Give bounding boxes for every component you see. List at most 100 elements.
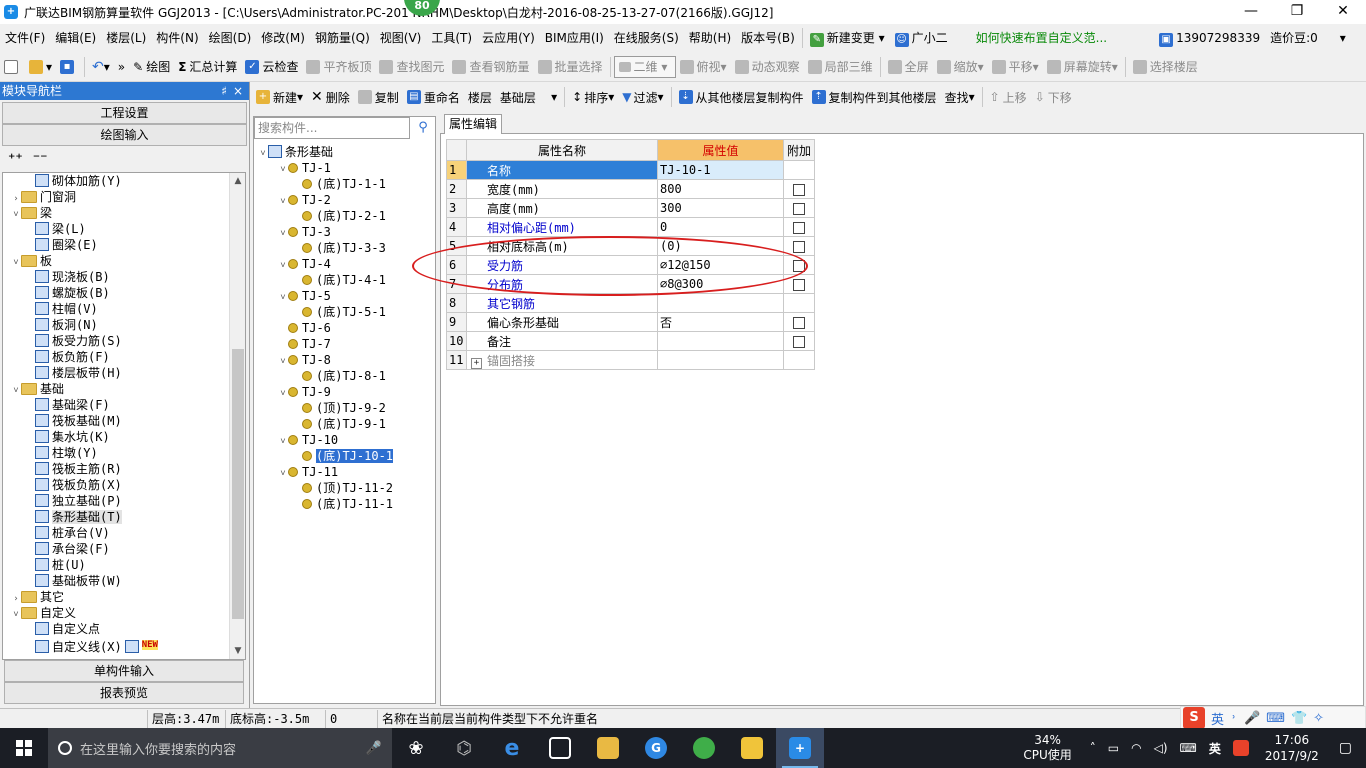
module-tree-item[interactable]: 筏板负筋(X) <box>3 477 245 493</box>
taskbar-app-edge[interactable]: e <box>488 728 536 768</box>
component-item[interactable]: (底)TJ-8-1 <box>258 368 434 384</box>
undo-button[interactable]: ↶ ▾ <box>88 54 114 80</box>
dynamic-view-button[interactable]: 动态观察 <box>731 54 804 80</box>
component-item[interactable]: (底)TJ-10-1 <box>258 448 434 464</box>
cpu-meter[interactable]: 34% CPU使用 <box>1011 733 1083 763</box>
property-row[interactable]: 11 + 锚固搭接 <box>446 350 815 370</box>
module-tree-item[interactable]: 板洞(N) <box>3 317 245 333</box>
open-file-button[interactable]: ▾ <box>25 54 56 80</box>
component-search-input[interactable]: 搜索构件... <box>254 117 410 139</box>
taskbar-app-explorer[interactable] <box>584 728 632 768</box>
module-tree-item[interactable]: ˅ 基础 <box>3 381 245 397</box>
menu-item[interactable]: 云应用(Y) <box>477 24 540 52</box>
menu-item[interactable]: 楼层(L) <box>101 24 151 52</box>
restore-button[interactable]: ❐ <box>1274 0 1320 24</box>
menu-scroll-icon[interactable]: ▾ <box>1335 24 1351 52</box>
new-file-button[interactable] <box>0 54 25 80</box>
delete-component-button[interactable]: ✕ 删除 <box>307 84 354 110</box>
property-value[interactable]: 0 <box>657 217 784 237</box>
module-tree-item[interactable]: 桩(U) <box>3 557 245 573</box>
attach-checkbox[interactable] <box>793 335 805 348</box>
module-tree-item[interactable]: 螺旋板(B) <box>3 285 245 301</box>
search-icon[interactable]: ⚲ <box>412 117 434 139</box>
local-3d-button[interactable]: 局部三维 <box>804 54 877 80</box>
pin-icon[interactable]: ♯ <box>221 82 227 100</box>
menu-item[interactable]: BIM应用(I) <box>540 24 609 52</box>
sogou-tray-icon[interactable] <box>1232 740 1249 756</box>
ime-tools-icon[interactable]: ✧ <box>1313 711 1324 726</box>
property-value[interactable]: 300 <box>657 198 784 218</box>
module-tree-scrollbar[interactable]: ▲ ▼ <box>229 173 245 659</box>
menu-item[interactable]: 修改(M) <box>256 24 310 52</box>
taskbar-app-glodon[interactable]: G <box>632 728 680 768</box>
move-up-button[interactable]: ⇧ 上移 <box>986 84 1031 110</box>
module-tree-item[interactable]: 柱墩(Y) <box>3 445 245 461</box>
property-row[interactable]: 4 相对偏心距(mm) 0 <box>446 217 815 237</box>
attach-checkbox[interactable] <box>793 240 805 253</box>
report-preview-button[interactable]: 报表预览 <box>4 682 244 704</box>
sort-button[interactable]: ↕ 排序 ▾ <box>568 84 618 110</box>
component-group[interactable]: ˅ TJ-5 <box>258 288 434 304</box>
ime-lang[interactable]: 英 <box>1211 709 1224 728</box>
scroll-down-icon[interactable]: ▼ <box>230 643 245 659</box>
property-value[interactable]: 否 <box>657 312 784 332</box>
attach-checkbox[interactable] <box>793 183 805 196</box>
module-tree-item[interactable]: 承台梁(F) <box>3 541 245 557</box>
attach-checkbox[interactable] <box>793 316 805 329</box>
property-row[interactable]: 8 其它钢筋 <box>446 293 815 313</box>
component-group[interactable]: ˅ TJ-10 <box>258 432 434 448</box>
menu-item[interactable]: 绘图(D) <box>204 24 257 52</box>
taskbar-app-ggj[interactable]: + <box>776 728 824 768</box>
menu-item[interactable]: 工具(T) <box>426 24 477 52</box>
menu-item[interactable]: 帮助(H) <box>684 24 736 52</box>
expand-plus-icon[interactable]: + <box>471 357 482 369</box>
save-button[interactable]: ▪ <box>56 54 81 80</box>
component-group[interactable]: TJ-7 <box>258 336 434 352</box>
module-tree-item[interactable]: › 其它 <box>3 589 245 605</box>
module-tree-item[interactable]: 基础梁(F) <box>3 397 245 413</box>
keyboard-icon[interactable]: ⌨ <box>1180 741 1197 755</box>
ime-mic-icon[interactable]: 🎤 <box>1244 711 1260 726</box>
attach-checkbox[interactable] <box>793 202 805 215</box>
tray-expand-icon[interactable]: ˄ <box>1090 741 1096 755</box>
attach-checkbox[interactable] <box>793 221 805 234</box>
minimize-button[interactable]: — <box>1228 0 1274 24</box>
module-tree-item[interactable]: › 门窗洞 <box>3 189 245 205</box>
menu-item[interactable]: 构件(N) <box>151 24 203 52</box>
volume-icon[interactable]: ◁) <box>1154 741 1168 755</box>
clock[interactable]: 17:06 2017/9/2 <box>1255 732 1329 764</box>
floor-select[interactable]: 基础层 ▾ <box>496 84 561 110</box>
module-tree-item[interactable]: 自定义线(X) NEW <box>3 637 245 654</box>
batch-select-button[interactable]: 批量选择 <box>534 54 607 80</box>
module-tree-item[interactable]: 梁(L) <box>3 221 245 237</box>
component-item[interactable]: (底)TJ-3-3 <box>258 240 434 256</box>
drawing-input-button[interactable]: 绘图输入 <box>2 124 247 146</box>
module-tree-item[interactable]: 筏板主筋(R) <box>3 461 245 477</box>
scroll-up-icon[interactable]: ▲ <box>230 173 245 189</box>
draw-button[interactable]: ✎ 绘图 <box>129 54 174 80</box>
project-settings-button[interactable]: 工程设置 <box>2 102 247 124</box>
taskbar-app-360[interactable] <box>680 728 728 768</box>
taskbar-search[interactable]: 在这里输入你要搜索的内容 🎤 <box>48 728 392 768</box>
module-tree-item[interactable]: 自定义点 <box>3 621 245 637</box>
attach-checkbox[interactable] <box>793 278 805 291</box>
find-element-button[interactable]: 查找图元 <box>375 54 448 80</box>
help-link[interactable]: 如何快速布置自定义范... <box>971 24 1112 52</box>
module-tree-item[interactable]: 柱帽(V) <box>3 301 245 317</box>
property-row[interactable]: 9 偏心条形基础否 <box>446 312 815 332</box>
ime-skin-icon[interactable]: 👕 <box>1291 711 1307 726</box>
module-tree-item[interactable]: ˅ 板 <box>3 253 245 269</box>
scroll-thumb[interactable] <box>232 349 244 619</box>
component-group[interactable]: ˅ TJ-8 <box>258 352 434 368</box>
menu-item[interactable]: 在线服务(S) <box>609 24 684 52</box>
module-tree-item[interactable]: 桩承台(V) <box>3 525 245 541</box>
module-tree-item[interactable]: 板受力筋(S) <box>3 333 245 349</box>
property-row[interactable]: 2 宽度(mm) 800 <box>446 179 815 199</box>
module-tree-item[interactable]: 圈梁(E) <box>3 237 245 253</box>
expand-all-icon[interactable]: ⁺⁺ <box>8 151 23 167</box>
component-group[interactable]: ˅ TJ-2 <box>258 192 434 208</box>
property-value[interactable]: TJ-10-1 <box>657 160 784 180</box>
fullscreen-button[interactable]: 全屏 <box>884 54 933 80</box>
property-row[interactable]: 1 名称 TJ-10-1 <box>446 160 815 180</box>
rename-component-button[interactable]: ▤ 重命名 <box>403 84 464 110</box>
